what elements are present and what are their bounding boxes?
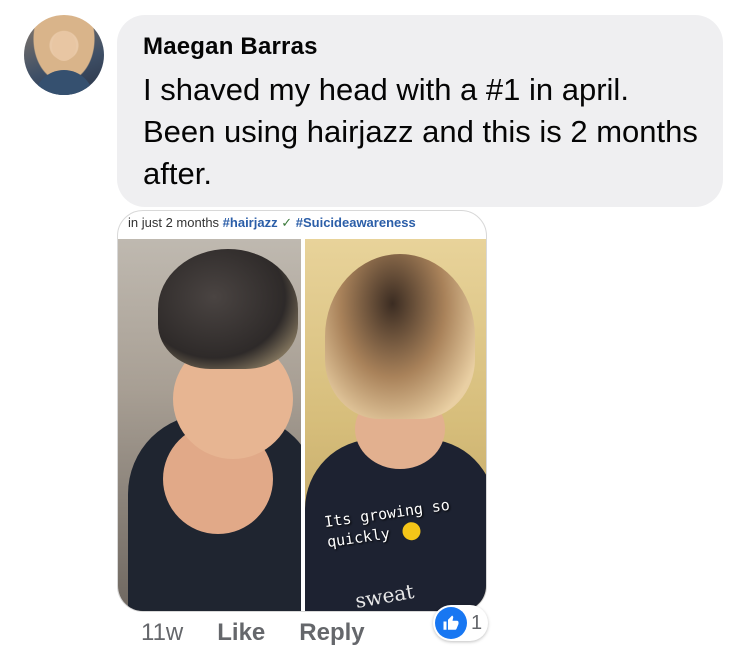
hashtag-hairjazz: #hairjazz xyxy=(222,215,278,230)
reaction-count: 1 xyxy=(471,611,483,634)
comment-timestamp[interactable]: 11w xyxy=(141,619,183,647)
comment-actions: 11w Like Reply xyxy=(141,618,365,648)
after-hair xyxy=(325,254,475,419)
check-icon: ✓ xyxy=(281,215,293,230)
avatar-face xyxy=(52,31,76,61)
comment-photo[interactable]: in just 2 months #hairjazz ✓ #Suicideawa… xyxy=(117,210,487,612)
before-photo-panel xyxy=(118,239,301,611)
photo-caption: in just 2 months #hairjazz ✓ #Suicideawa… xyxy=(128,215,416,231)
reaction-summary[interactable]: 1 xyxy=(433,605,489,641)
author-avatar[interactable] xyxy=(24,15,104,95)
comment-author[interactable]: Maegan Barras xyxy=(143,33,318,61)
reply-button[interactable]: Reply xyxy=(299,619,364,647)
caption-prefix: in just 2 months xyxy=(128,215,220,230)
avatar-shoulders xyxy=(34,70,94,95)
heart-eyes-emoji-icon xyxy=(401,520,422,541)
like-button[interactable]: Like xyxy=(217,619,265,647)
before-hair xyxy=(158,249,298,369)
comment-text: I shaved my head with a #1 in april. Bee… xyxy=(143,72,698,191)
hashtag-suicideawareness: #Suicideawareness xyxy=(295,215,416,230)
comment-bubble: Maegan Barras I shaved my head with a #1… xyxy=(117,15,723,207)
thumbs-up-glyph xyxy=(443,615,459,630)
after-photo-panel: Its growing so quickly sweat xyxy=(305,239,486,611)
thumbs-up-icon xyxy=(435,607,467,639)
